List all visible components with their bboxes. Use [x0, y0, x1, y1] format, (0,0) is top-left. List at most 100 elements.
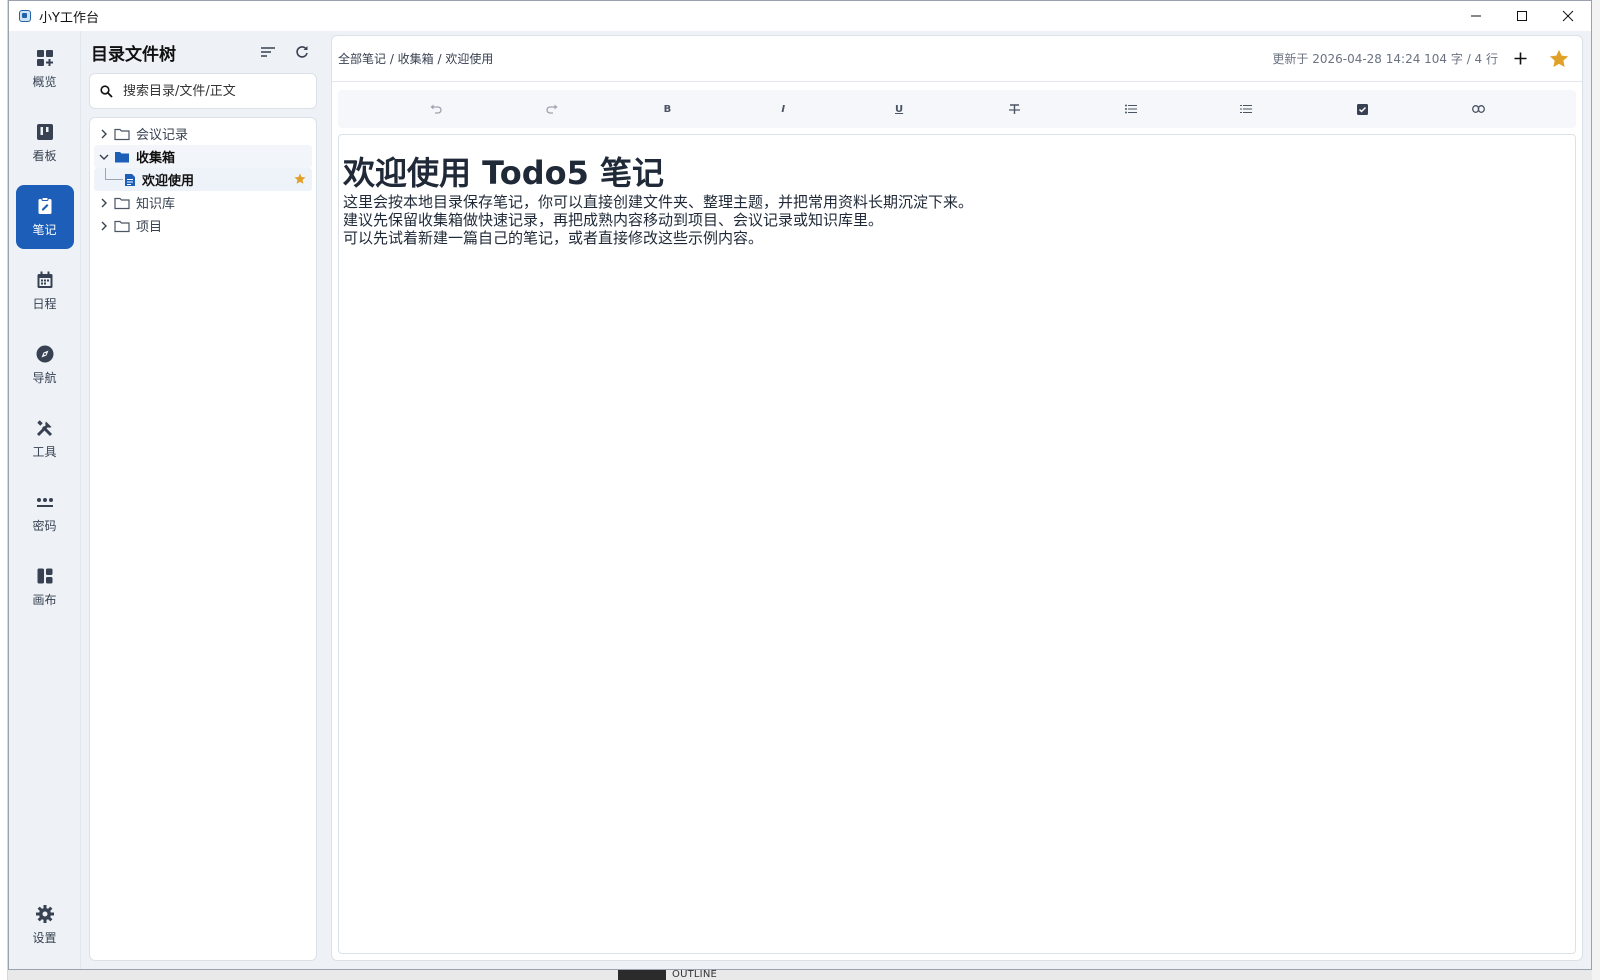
search-input[interactable]	[123, 83, 293, 99]
close-button[interactable]	[1545, 1, 1591, 31]
note-card: 全部笔记 / 收集箱 / 欢迎使用 更新于 2026-04-28 14:24 1…	[331, 35, 1583, 961]
bullet-list-button[interactable]	[1119, 97, 1143, 121]
link-button[interactable]	[1466, 97, 1490, 121]
canvas-icon	[37, 568, 52, 584]
nav-item-label: 密码	[32, 519, 57, 533]
nav-item-tools[interactable]: 工具	[16, 407, 74, 471]
dashboard-icon	[36, 50, 53, 66]
nav-rail: 概览 看板 笔记 日程 导航 工具 密码 画布 设置	[9, 31, 81, 969]
nav-item-overview[interactable]: 概览	[16, 37, 74, 101]
tree-folder-knowledge[interactable]: 知识库	[94, 191, 312, 214]
folder-icon	[114, 128, 130, 140]
app-body: 概览 看板 笔记 日程 导航 工具 密码 画布 设置 目录文件树 搜索目录/文件…	[9, 31, 1591, 969]
chevron-right-icon[interactable]	[98, 197, 110, 209]
outline-label: OUTLINE	[672, 969, 718, 980]
note-paragraph: 这里会按本地目录保存笔记，你可以直接创建文件夹、整理主题，并把常用资料长期沉淀下…	[343, 193, 974, 211]
chevron-down-icon[interactable]	[98, 151, 110, 163]
refresh-button[interactable]	[291, 41, 313, 63]
minimize-icon	[1471, 15, 1481, 17]
nav-item-label: 概览	[32, 75, 57, 89]
editor-toolbar: B I U	[338, 90, 1576, 128]
tree-actions	[257, 41, 317, 63]
tree-item-label: 收集箱	[136, 151, 176, 166]
add-note-button[interactable]	[1508, 47, 1532, 71]
calendar-icon	[37, 271, 52, 288]
note-paragraph: 可以先试着新建一篇自己的笔记，或者直接修改这些示例内容。	[343, 229, 764, 247]
chevron-right-icon[interactable]	[98, 128, 110, 140]
undo-icon	[430, 104, 442, 114]
folder-icon	[114, 197, 130, 209]
nav-item-password[interactable]: 密码	[16, 481, 74, 545]
window-controls	[1453, 1, 1591, 31]
nav-item-label: 日程	[32, 297, 57, 311]
minimize-button[interactable]	[1453, 1, 1499, 31]
nav-item-label: 工具	[32, 445, 57, 459]
maximize-button[interactable]	[1499, 1, 1545, 31]
nav-item-label: 看板	[32, 149, 57, 163]
nav-item-navigation[interactable]: 导航	[16, 333, 74, 397]
document-icon	[125, 173, 135, 186]
nav-item-settings[interactable]: 设置	[16, 893, 74, 957]
tree-folder-meetings[interactable]: 会议记录	[94, 122, 312, 145]
close-icon	[1562, 10, 1574, 22]
title-bar: 小Y工作台	[9, 1, 1591, 31]
link-icon	[1471, 105, 1485, 113]
note-paragraph: 建议先保留收集箱做快速记录，再把成熟内容移动到项目、会议记录或知识库里。	[343, 211, 884, 229]
window-title: 小Y工作台	[39, 10, 99, 26]
maximize-icon	[1517, 11, 1527, 21]
app-window: 小Y工作台 概览 看板 笔记 日程 导航 工具 密码 画布 设置 目录文件树 搜…	[8, 0, 1592, 970]
note-topbar: 全部笔记 / 收集箱 / 欢迎使用 更新于 2026-04-28 14:24 1…	[332, 36, 1582, 82]
underline-button[interactable]: U	[887, 97, 911, 121]
nav-item-label: 设置	[32, 931, 57, 945]
app-logo-icon	[19, 10, 31, 22]
nav-item-label: 画布	[32, 593, 57, 607]
bullet-list-icon	[1124, 104, 1137, 114]
breadcrumb: 全部笔记 / 收集箱 / 欢迎使用	[338, 52, 494, 66]
nav-item-notes[interactable]: 笔记	[15, 185, 74, 249]
gear-icon	[35, 905, 54, 923]
favorite-button[interactable]	[1546, 46, 1572, 72]
note-icon	[38, 197, 51, 214]
nav-item-label: 笔记	[32, 223, 57, 237]
tree-list: 会议记录 收集箱 欢迎使用 知识库 项目	[89, 117, 317, 961]
nav-item-kanban[interactable]: 看板	[16, 111, 74, 175]
checkbox-icon	[1356, 103, 1368, 115]
strikethrough-icon	[1009, 103, 1021, 114]
tree-title: 目录文件树	[91, 44, 176, 65]
tree-folder-inbox[interactable]: 收集箱	[94, 145, 312, 168]
redo-icon	[546, 104, 558, 114]
ordered-list-icon	[1240, 105, 1253, 113]
ordered-list-button[interactable]	[1234, 97, 1258, 121]
password-icon	[36, 498, 53, 507]
task-checkbox-button[interactable]	[1350, 97, 1374, 121]
desktop-taskbar-strip	[8, 970, 1592, 980]
note-editor[interactable]: 欢迎使用 Todo5 笔记 这里会按本地目录保存笔记，你可以直接创建文件夹、整理…	[338, 134, 1576, 954]
tree-item-label: 欢迎使用	[142, 174, 195, 189]
search-icon	[100, 84, 113, 98]
bold-button[interactable]: B	[655, 97, 679, 121]
file-tree-panel: 目录文件树 会议记录	[81, 31, 325, 969]
nav-item-label: 导航	[32, 371, 57, 385]
tree-connector	[105, 168, 123, 180]
refresh-icon	[296, 46, 308, 58]
tree-file-welcome[interactable]: 欢迎使用	[94, 168, 312, 191]
sort-button[interactable]	[257, 41, 279, 63]
note-heading: 欢迎使用 Todo5 笔记	[343, 154, 665, 192]
tree-item-label: 知识库	[136, 197, 176, 212]
desktop-background	[0, 0, 8, 980]
italic-button[interactable]: I	[771, 97, 795, 121]
tree-item-label: 会议记录	[136, 128, 189, 143]
star-icon[interactable]	[294, 173, 306, 185]
chevron-right-icon[interactable]	[98, 220, 110, 232]
nav-item-canvas[interactable]: 画布	[16, 555, 74, 619]
strikethrough-button[interactable]	[1003, 97, 1027, 121]
redo-button[interactable]	[540, 97, 564, 121]
search-box	[89, 73, 317, 109]
undo-button[interactable]	[424, 97, 448, 121]
tree-item-label: 项目	[136, 220, 163, 235]
folder-open-icon	[115, 151, 129, 162]
tree-folder-projects[interactable]: 项目	[94, 214, 312, 237]
star-icon	[1549, 49, 1569, 67]
nav-item-schedule[interactable]: 日程	[16, 259, 74, 323]
kanban-icon	[36, 124, 53, 140]
